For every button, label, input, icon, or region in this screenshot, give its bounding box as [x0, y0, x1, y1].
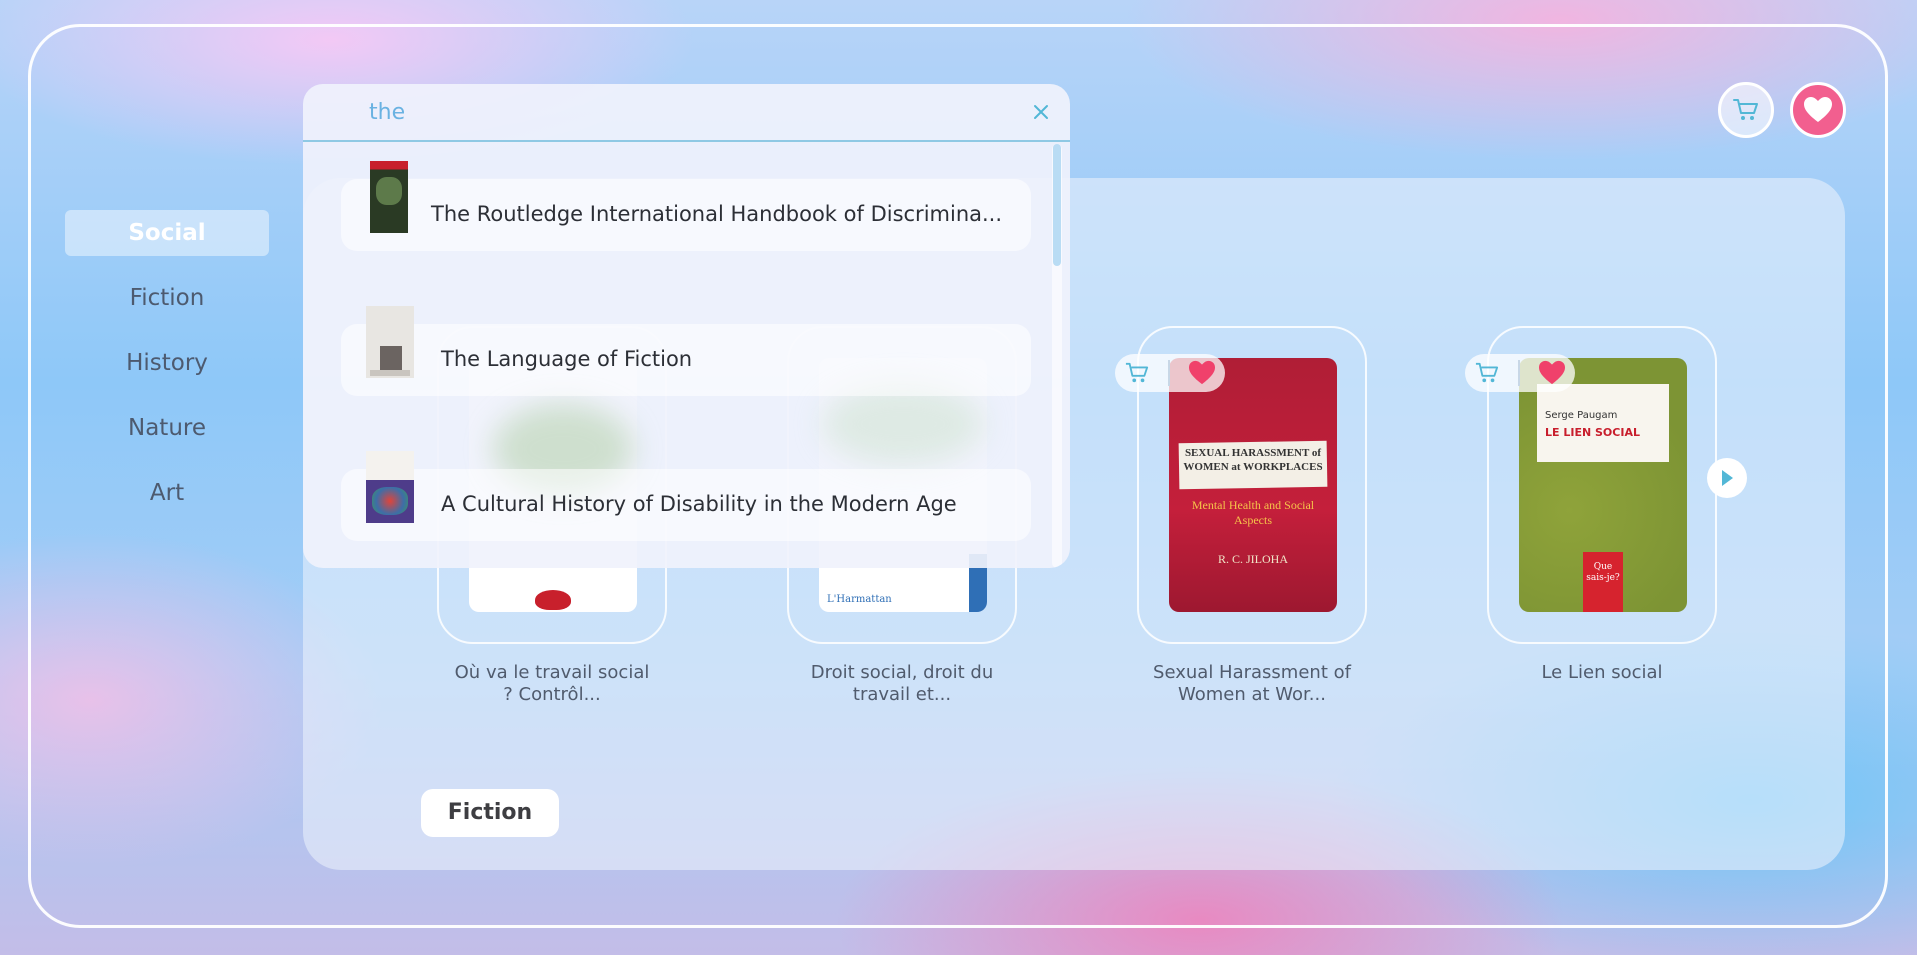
- search-result-item[interactable]: A Cultural History of Disability in the …: [341, 451, 1031, 541]
- result-title: A Cultural History of Disability in the …: [441, 492, 957, 516]
- book-title: Droit social, droit du travail et...: [810, 662, 994, 705]
- search-input[interactable]: [369, 97, 969, 127]
- search-result-item[interactable]: The Language of Fiction: [341, 306, 1031, 396]
- result-thumbnail: [366, 451, 414, 523]
- add-to-cart-icon[interactable]: [1124, 361, 1150, 385]
- favorite-heart-icon[interactable]: [1538, 360, 1566, 386]
- result-thumbnail: [370, 161, 408, 233]
- book-cover: Serge Paugam LE LIEN SOCIAL Que sais-je?: [1519, 358, 1687, 612]
- cover-title-text: SEXUAL HARASSMENT of WOMEN at WORKPLACES: [1183, 447, 1323, 473]
- book-actions: [1465, 354, 1575, 392]
- cover-subtitle-text: Mental Health and Social Aspects: [1191, 498, 1315, 527]
- book-title: Le Lien social: [1541, 662, 1663, 683]
- result-title: The Language of Fiction: [441, 347, 693, 371]
- book-title: Sexual Harassment of Women at Wor...: [1153, 662, 1351, 705]
- close-icon[interactable]: [1029, 100, 1053, 124]
- book-actions: [1115, 354, 1225, 392]
- results-scrollbar[interactable]: [1052, 144, 1062, 568]
- search-dropdown: The Routledge International Handbook of …: [303, 84, 1070, 568]
- cover-author-text: R. C. JILOHA: [1217, 552, 1288, 566]
- book-card[interactable]: Serge Paugam LE LIEN SOCIAL Que sais-je?…: [1465, 326, 1717, 684]
- carousel-next-button[interactable]: [1707, 458, 1747, 498]
- search-result-item[interactable]: The Routledge International Handbook of …: [341, 161, 1031, 251]
- book-cover: SEXUAL HARASSMENT of WOMEN at WORKPLACES…: [1169, 358, 1337, 612]
- cover-author-text: Serge Paugam: [1545, 410, 1618, 421]
- cover-title-text: LE LIEN SOCIAL: [1545, 426, 1640, 439]
- search-bar: [303, 84, 1070, 142]
- play-arrow-icon: [1722, 470, 1733, 486]
- result-title: The Routledge International Handbook of …: [431, 202, 1003, 226]
- favorite-heart-icon[interactable]: [1188, 360, 1216, 386]
- book-card-frame: Serge Paugam LE LIEN SOCIAL Que sais-je?: [1465, 326, 1717, 644]
- results-scrollbar-thumb[interactable]: [1053, 144, 1061, 266]
- book-card[interactable]: SEXUAL HARASSMENT of WOMEN at WORKPLACES…: [1115, 326, 1367, 706]
- book-title: Où va le travail social? Contrôl...: [454, 662, 650, 705]
- section-fiction-button[interactable]: Fiction: [421, 789, 559, 837]
- add-to-cart-icon[interactable]: [1474, 361, 1500, 385]
- cover-badge-text: Que sais-je?: [1586, 562, 1620, 583]
- result-thumbnail: [366, 306, 414, 378]
- book-card-frame: SEXUAL HARASSMENT of WOMEN at WORKPLACES…: [1115, 326, 1367, 644]
